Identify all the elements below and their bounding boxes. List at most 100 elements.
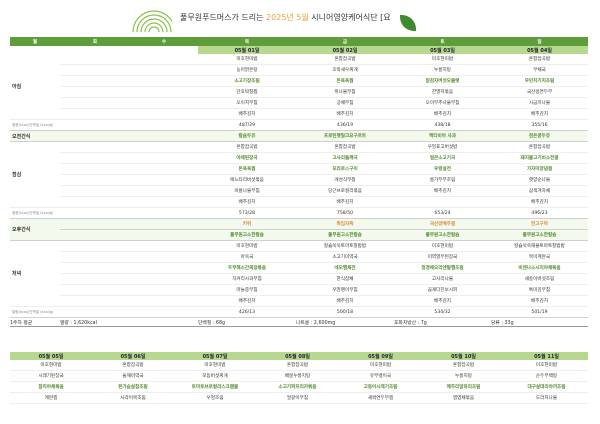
menu-item: 미역열무된장국 <box>394 251 491 263</box>
meal-row: 애느타리버섯볶음 개성식무찜 롱가부무조림 햇양순나물 <box>10 174 588 186</box>
snack-item: 칼슘두유 <box>198 130 296 142</box>
menu-item: 롱가부무조림 <box>394 174 491 186</box>
meal-row: 오이지무침 공채무침 오이부추나물무침 시금치나물 <box>10 97 588 109</box>
date-cell: 05월 10일 <box>422 352 505 360</box>
meal-row: 야채된장국 고사리들깨국 얼큰소고기국 돼지불고기비소전골 <box>10 152 588 164</box>
menu-item: 단호박찰찜 <box>198 86 296 98</box>
average-kcal: 열량 : 1,620kcal <box>60 317 198 327</box>
menu-item: 마늘쫑무침 <box>198 284 296 296</box>
nutrition-value <box>130 306 198 318</box>
average-protein: 단백질 : 68g <box>198 317 296 327</box>
menu-item: 새싹연두부찜 <box>339 392 422 404</box>
menu-item: 돼지불고기비소전골 <box>491 152 588 164</box>
menu-item: 혼합잡곡밥 <box>296 54 394 65</box>
menu-item: 삼색겨자채 <box>491 185 588 197</box>
nutrition-value: 653/24 <box>394 207 491 219</box>
average-row: 1주차 평균 열량 : 1,620kcal 단백질 : 68g 나트륨 : 2,600… <box>10 317 588 327</box>
snack-item: 액티비아 사과 <box>394 130 491 142</box>
meal-row: 치커리사과무침 한식잡채 고사리나물 새송이버섯조림 <box>10 273 588 285</box>
menu-item <box>60 97 130 109</box>
menu-item: 미호현미밥 <box>198 240 296 252</box>
day-header-0: 월 <box>10 37 60 46</box>
menu-item <box>60 75 130 87</box>
menu-item: 새송이버섯조림 <box>491 273 588 285</box>
menu-item: 배추김치 <box>198 295 296 307</box>
menu-item: 비름나물무침 <box>198 185 296 197</box>
snack-item <box>60 218 130 230</box>
menu-item: 혼합잡곡밥 <box>256 360 339 371</box>
menu-item: 배추김치 <box>491 108 588 120</box>
menu-item <box>130 54 198 65</box>
menu-item: 네모햄채전 <box>296 262 394 274</box>
leaf-logo-icon <box>400 15 416 31</box>
menu-item: 오이지무침 <box>198 97 296 109</box>
menu-item <box>60 295 130 307</box>
meal-row: 마늘쫑무침 우엉땡이무침 곱게다진보시피 톡미김무침 <box>10 284 588 296</box>
menu-item: 들깨미역국 <box>92 370 174 382</box>
average-sodium: 나트륨 : 2,600mg <box>296 317 394 327</box>
menu-item <box>130 163 198 175</box>
menu-item: 고사리들깨국 <box>296 152 394 164</box>
meal-row: 비름나물무침 당근브로컬리볶음 배추김치 삼색겨자채 <box>10 185 588 197</box>
menu-item: 야채된장국 <box>198 152 296 164</box>
average-sugar: 당류 : 33g <box>491 317 588 327</box>
menu-item <box>130 284 198 296</box>
menu-item: 곱게다진보시피 <box>394 284 491 296</box>
menu-item <box>60 174 130 186</box>
menu-item <box>130 64 198 76</box>
snack-item: 풀무원고소한칼슘 <box>491 229 588 241</box>
menu-item: 두부해소간찌장볶음 <box>198 262 296 274</box>
nutrition-value: 436/19 <box>296 119 394 131</box>
date-cell: 05월 01일 <box>198 46 296 54</box>
menu-item <box>60 54 130 65</box>
nutrition-value: 355/16 <box>491 119 588 131</box>
menu-item: 사각어묵조림 <box>92 392 174 404</box>
menu-item <box>130 75 198 87</box>
meal-row: 두부해소간찌장볶음 네모햄채전 청경채오리엔탈햄조림 비엔나소시지야채볶음 <box>10 262 588 274</box>
snack-item: 풀무원고소한칼슘 <box>394 229 491 241</box>
days-header-row: 월화수목금토일 <box>10 37 588 46</box>
menu-item: 한식잡채 <box>296 273 394 285</box>
nutrition-value <box>60 119 130 131</box>
menu-item: 청경채오리엔탈햄조림 <box>394 262 491 274</box>
menu-item: 혼합잡곡밥 <box>198 141 296 153</box>
menu-item: 고등어시래기조림 <box>339 381 422 393</box>
menu-item <box>130 262 198 274</box>
menu-item: 돈육육찜 <box>198 163 296 175</box>
morning-snack-label: 오전간식 <box>10 130 60 142</box>
menu-item <box>60 163 130 175</box>
menu-item: 메추리알꽈리조림 <box>422 381 505 393</box>
nutrition-value <box>130 207 198 219</box>
date-cell: 05월 03일 <box>394 46 491 54</box>
snack-item: 검은콩두유 <box>491 130 588 142</box>
menu-item: 비엔나소시지야채볶음 <box>491 262 588 274</box>
menu-item: 대구살데리야끼조림 <box>505 381 588 393</box>
snack-item <box>130 229 198 241</box>
nutrition-value: 534/32 <box>394 306 491 318</box>
meal-row: 미호현미밥 혼합잡곡밥 미호현미밥 혼합잡곡밥 미호현미밥 혼합잡곡밥 미호현미밥 <box>10 360 588 371</box>
menu-item: 아욱국 <box>198 251 296 263</box>
menu-item: 배뭉누룽지탕 <box>256 370 339 382</box>
menu-item: 배추김치 <box>296 295 394 307</box>
date-cell: 05월 02일 <box>296 46 394 54</box>
day-header-5: 토 <box>394 37 491 46</box>
nutrition-value: 438/18 <box>394 119 491 131</box>
menu-item <box>130 240 198 252</box>
menu-item: 농어맑은탕 <box>198 64 296 76</box>
nutrition-value: 500/18 <box>296 306 394 318</box>
menu-item <box>130 273 198 285</box>
menu-item: 개성식무찜 <box>296 174 394 186</box>
menu-item <box>130 86 198 98</box>
meal-row: 배추김치 배추김치 배추김치 배추김치 <box>10 108 588 120</box>
menu-item: 모듬버섯찌개 <box>174 370 256 382</box>
nutrition-row: 열량(kcal)/단백질 (kcal/g) 487/29 436/19 438/18 3… <box>10 119 588 131</box>
menu-item <box>60 240 130 252</box>
date-cell: 05월 04일 <box>491 46 588 54</box>
snack-item: 프로틴팻밀크요구르트 <box>296 130 394 142</box>
meal-row: 시래기된장국 들깨미역국 모듬버섯찌개 배뭉누룽지탕 유부뱅이국 누룽지탕 순두부백탕 <box>10 370 588 382</box>
menu-item: 무채국 <box>491 64 588 76</box>
menu-item: 참치야채볶음 <box>10 381 92 393</box>
meal-row: 아침 미호현미밥 혼합잡곡밥 미호현미밥 혼합잡곡밥 <box>10 54 588 120</box>
menu-item <box>60 64 130 76</box>
snack-item: 흑임자죽 <box>296 218 394 230</box>
